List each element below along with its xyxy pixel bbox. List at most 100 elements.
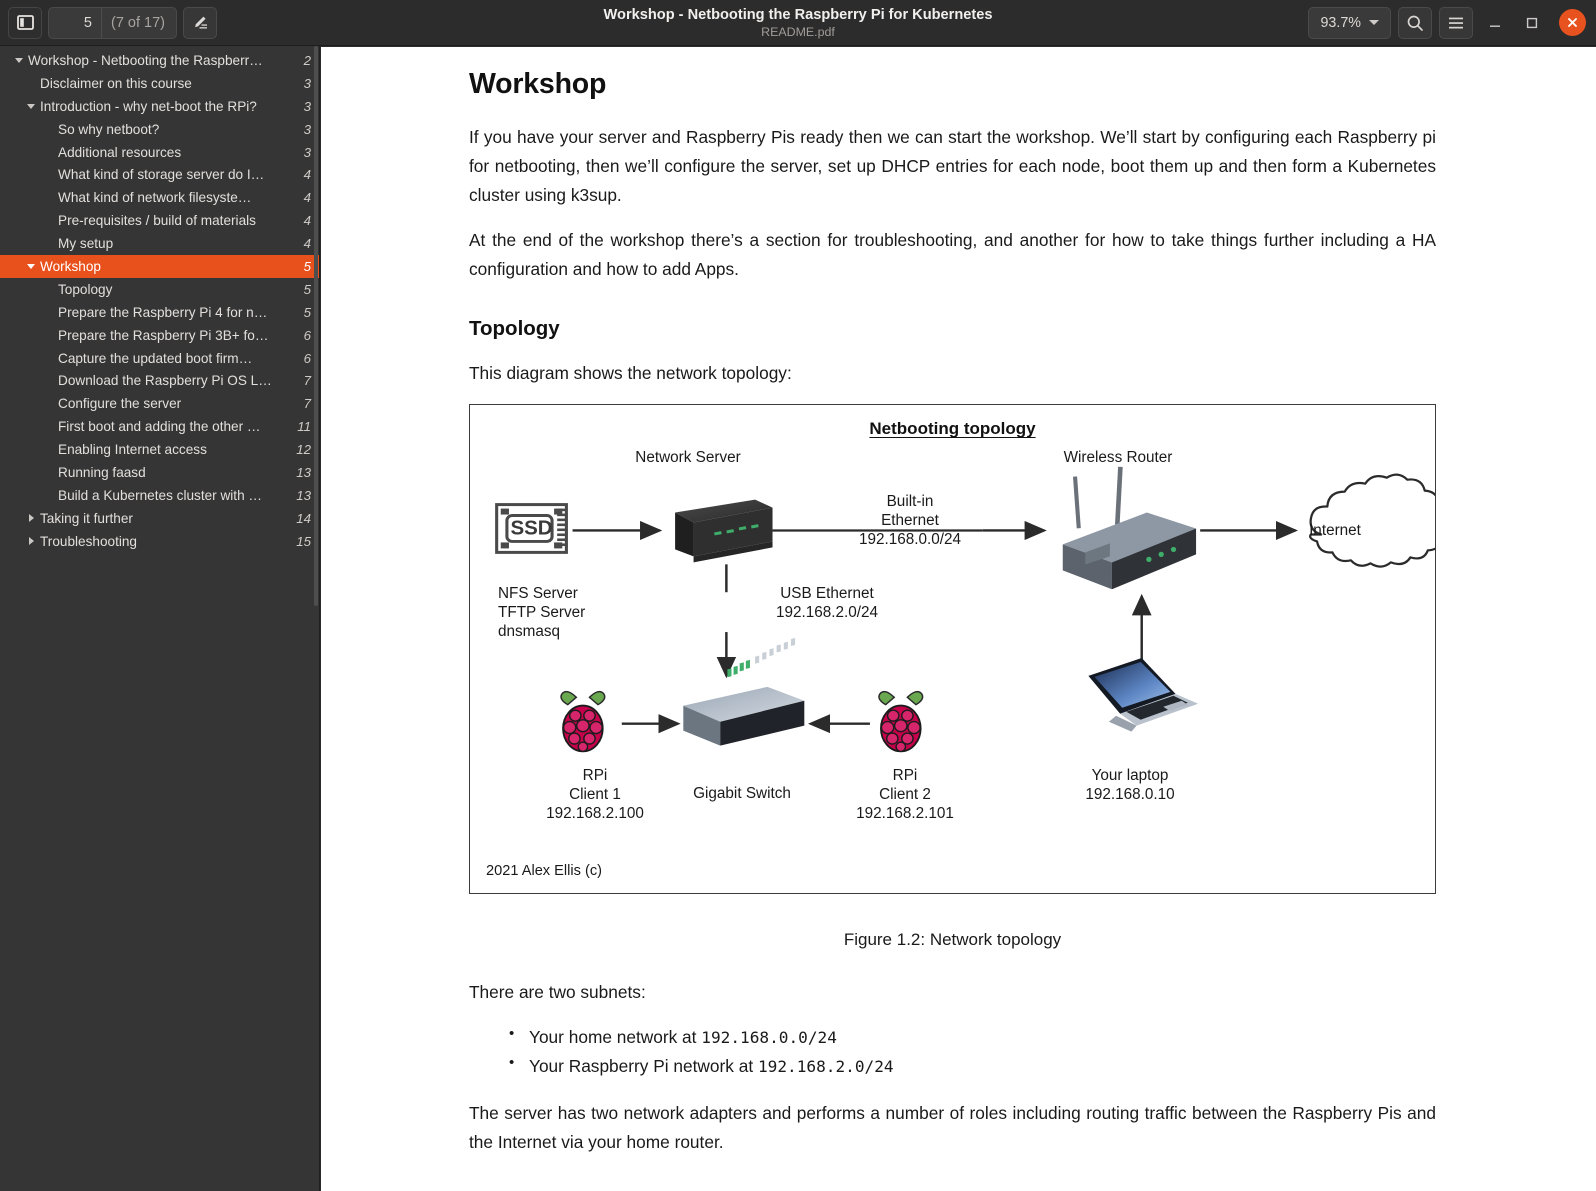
outline-item-page: 6 bbox=[303, 327, 311, 343]
outline-item-page: 5 bbox=[303, 281, 311, 297]
outline-item-page: 4 bbox=[303, 236, 311, 252]
label-rpi-client-2: RPi Client 2 192.168.2.101 bbox=[856, 767, 954, 822]
outline-item[interactable]: My setup 4 bbox=[0, 232, 319, 255]
outline-item[interactable]: Configure the server 7 bbox=[0, 392, 319, 415]
outline-item-page: 6 bbox=[303, 350, 311, 366]
zoom-selector[interactable]: 93.7% bbox=[1308, 6, 1391, 39]
outline-item[interactable]: So why netboot? 3 bbox=[0, 118, 319, 141]
chevron-down-icon[interactable] bbox=[10, 57, 28, 63]
chevron-right-icon[interactable] bbox=[22, 514, 40, 523]
outline-item-label: Workshop - Netbooting the Raspberr… bbox=[28, 52, 263, 68]
diagram-copyright: 2021 Alex Ellis (c) bbox=[486, 863, 602, 880]
window-title: Workshop - Netbooting the Raspberry Pi f… bbox=[603, 6, 993, 23]
outline-item[interactable]: Download the Raspberry Pi OS L… 7 bbox=[0, 369, 319, 392]
outline-item[interactable]: Taking it further 14 bbox=[0, 507, 319, 530]
outline-item-label: Introduction - why net-boot the RPi? bbox=[40, 98, 257, 114]
outline-item-label: Running faasd bbox=[58, 464, 146, 480]
paragraph-subnets: There are two subnets: bbox=[469, 982, 646, 1003]
outline-item-page: 3 bbox=[303, 75, 311, 91]
outline-item[interactable]: Capture the updated boot firm… 6 bbox=[0, 347, 319, 370]
close-icon bbox=[1568, 18, 1577, 27]
page-number-input[interactable]: 5 bbox=[49, 15, 101, 31]
outline-item[interactable]: Enabling Internet access 12 bbox=[0, 438, 319, 461]
outline-item[interactable]: Running faasd 13 bbox=[0, 461, 319, 484]
svg-text:SSD: SSD bbox=[510, 518, 552, 540]
sidebar-toggle-button[interactable] bbox=[8, 6, 42, 39]
label-rpi-client-1: RPi Client 1 192.168.2.100 bbox=[546, 767, 644, 822]
maximize-icon bbox=[1526, 17, 1538, 28]
rpi-client-1-icon bbox=[560, 691, 606, 753]
minimize-icon bbox=[1490, 25, 1500, 27]
outline-item-page: 5 bbox=[303, 304, 311, 320]
outline-item-label: Enabling Internet access bbox=[58, 442, 207, 458]
outline-item-label: Topology bbox=[58, 281, 113, 297]
outline-item-label: Prepare the Raspberry Pi 3B+ fo… bbox=[58, 327, 269, 343]
outline-item[interactable]: Disclaimer on this course 3 bbox=[0, 72, 319, 95]
outline-item[interactable]: Troubleshooting 15 bbox=[0, 530, 319, 553]
outline-item-label: Configure the server bbox=[58, 396, 182, 412]
outline-item[interactable]: Pre-requisites / build of materials 4 bbox=[0, 209, 319, 232]
annotate-button[interactable] bbox=[183, 6, 217, 39]
paragraph-server-roles: The server has two network adapters and … bbox=[469, 1102, 1436, 1152]
outline-item[interactable]: Build a Kubernetes cluster with … 13 bbox=[0, 484, 319, 507]
list-item: Your home network at 192.168.0.0/24 bbox=[509, 1022, 1436, 1052]
zoom-level-label: 93.7% bbox=[1320, 14, 1361, 31]
label-ssd-services: NFS Server TFTP Server dnsmasq bbox=[498, 585, 586, 640]
close-button[interactable] bbox=[1559, 9, 1586, 36]
outline-item-label: Build a Kubernetes cluster with … bbox=[58, 487, 263, 503]
label-gigabit-switch: Gigabit Switch bbox=[693, 785, 791, 803]
outline-item-page: 7 bbox=[303, 373, 311, 389]
outline-item[interactable]: Topology 5 bbox=[0, 278, 319, 301]
outline-item[interactable]: Additional resources 3 bbox=[0, 141, 319, 164]
outline-item-page: 3 bbox=[303, 98, 311, 114]
chevron-right-icon[interactable] bbox=[22, 537, 40, 546]
outline-item[interactable]: What kind of storage server do I… 4 bbox=[0, 163, 319, 186]
maximize-button[interactable] bbox=[1517, 8, 1547, 38]
outline-item-label: So why netboot? bbox=[58, 121, 160, 137]
outline-item-label: First boot and adding the other … bbox=[58, 419, 261, 435]
page-indicator[interactable]: 5 (7 of 17) bbox=[48, 6, 177, 39]
outline-item-label: What kind of storage server do I… bbox=[58, 167, 265, 183]
menu-button[interactable] bbox=[1439, 6, 1473, 39]
outline-item-page: 14 bbox=[296, 510, 311, 526]
label-your-laptop: Your laptop 192.168.0.10 bbox=[1085, 767, 1175, 803]
network-server-icon bbox=[675, 499, 773, 563]
outline-item-label: Prepare the Raspberry Pi 4 for n… bbox=[58, 304, 268, 320]
rpi-client-2-icon bbox=[878, 691, 924, 753]
section-heading-topology: Topology bbox=[469, 317, 560, 341]
minimize-button[interactable] bbox=[1480, 8, 1510, 38]
chevron-down-icon[interactable] bbox=[22, 263, 40, 269]
document-view[interactable]: Workshop If you have your server and Ras… bbox=[321, 47, 1596, 1191]
outline-item-label: What kind of network filesyste… bbox=[58, 190, 252, 206]
paragraph-summary: At the end of the workshop there’s a sec… bbox=[469, 230, 1436, 280]
outline-item-page: 4 bbox=[303, 213, 311, 229]
outline-item[interactable]: Introduction - why net-boot the RPi? 3 bbox=[0, 95, 319, 118]
outline-item-page: 3 bbox=[303, 121, 311, 137]
outline-item-label: Download the Raspberry Pi OS L… bbox=[58, 373, 272, 389]
outline-item[interactable]: What kind of network filesyste… 4 bbox=[0, 186, 319, 209]
figure-caption: Figure 1.2: Network topology bbox=[843, 930, 1062, 950]
outline-item-label: Pre-requisites / build of materials bbox=[58, 213, 256, 229]
chevron-down-icon bbox=[1369, 20, 1379, 25]
wireless-router-icon bbox=[1062, 467, 1197, 590]
gigabit-switch-icon bbox=[683, 638, 805, 746]
outline-item[interactable]: First boot and adding the other … 11 bbox=[0, 415, 319, 438]
page-total-label: (7 of 17) bbox=[101, 7, 176, 38]
hamburger-menu-icon bbox=[1449, 17, 1463, 28]
outline-item[interactable]: Prepare the Raspberry Pi 3B+ fo… 6 bbox=[0, 324, 319, 347]
outline-sidebar[interactable]: Workshop - Netbooting the Raspberr… 2 Disc… bbox=[0, 46, 320, 1191]
internet-cloud-icon bbox=[1309, 473, 1435, 568]
sidebar-scrollbar[interactable] bbox=[314, 46, 318, 606]
list-item-code: 192.168.2.0/24 bbox=[757, 1057, 894, 1077]
outline-item-page: 4 bbox=[303, 167, 311, 183]
search-button[interactable] bbox=[1398, 6, 1432, 39]
outline-item[interactable]: Workshop 5 bbox=[0, 255, 319, 278]
outline-item[interactable]: Prepare the Raspberry Pi 4 for n… 5 bbox=[0, 301, 319, 324]
outline-item[interactable]: Workshop - Netbooting the Raspberr… 2 bbox=[0, 49, 319, 72]
sidebar-panel-icon bbox=[16, 15, 34, 30]
paragraph-diagram-intro: This diagram shows the network topology: bbox=[469, 363, 792, 384]
outline-item-page: 13 bbox=[296, 464, 311, 480]
outline-item-label: Workshop bbox=[40, 258, 101, 274]
chevron-down-icon[interactable] bbox=[22, 103, 40, 109]
list-item-code: 192.168.0.0/24 bbox=[701, 1028, 837, 1048]
